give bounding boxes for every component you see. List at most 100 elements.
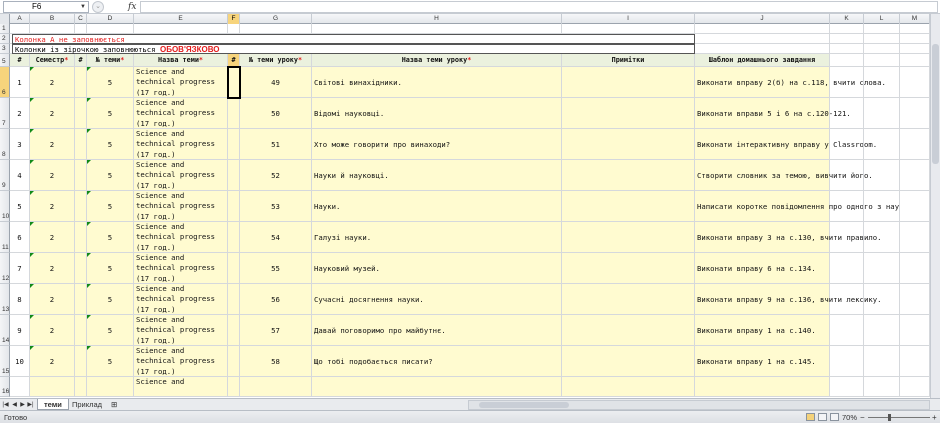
cell[interactable] xyxy=(830,253,864,284)
cell[interactable] xyxy=(695,24,830,34)
tab-pryklad[interactable]: Приклад xyxy=(66,399,108,410)
lesson-no-cell[interactable]: 50 xyxy=(240,98,312,129)
topic-name-cell[interactable]: Science and technical progress (17 год.) xyxy=(134,67,228,98)
cell[interactable] xyxy=(900,346,930,377)
zoom-in-button[interactable]: + xyxy=(932,411,937,423)
hash-cell[interactable] xyxy=(75,129,87,160)
select-all-corner[interactable] xyxy=(0,14,10,24)
topic-name-cell[interactable]: Science and technical progress (17 год.) xyxy=(134,129,228,160)
topic-no-cell[interactable]: 5 xyxy=(87,346,134,377)
horizontal-scrollbar[interactable] xyxy=(468,400,930,410)
hash-cell-f[interactable] xyxy=(228,98,240,129)
zoom-slider[interactable] xyxy=(868,417,930,418)
selected-cell-f6[interactable] xyxy=(227,66,241,99)
cell[interactable] xyxy=(900,44,930,54)
cell[interactable] xyxy=(30,24,75,34)
cell[interactable] xyxy=(830,24,864,34)
semester-cell[interactable]: 2 xyxy=(30,129,75,160)
column-header-i[interactable]: I xyxy=(562,14,695,24)
semester-cell[interactable]: 2 xyxy=(30,98,75,129)
column-header-f[interactable]: F xyxy=(228,14,240,24)
cell[interactable] xyxy=(864,34,900,44)
lesson-no-cell[interactable]: 56 xyxy=(240,284,312,315)
header-topic-no[interactable]: № теми* xyxy=(87,54,134,67)
notes-cell[interactable] xyxy=(562,98,695,129)
cell[interactable] xyxy=(830,284,864,315)
cell[interactable] xyxy=(864,129,900,160)
cell[interactable] xyxy=(10,24,30,34)
new-sheet-icon[interactable]: ⊞ xyxy=(108,399,120,410)
lesson-no-cell[interactable]: 53 xyxy=(240,191,312,222)
row-index[interactable]: 10 xyxy=(10,346,30,377)
lesson-no-cell[interactable]: 57 xyxy=(240,315,312,346)
cell[interactable] xyxy=(864,24,900,34)
hash-cell-f[interactable] xyxy=(228,222,240,253)
name-box[interactable]: F6 ▼ xyxy=(3,1,89,13)
cell[interactable] xyxy=(830,191,864,222)
hash-cell-f[interactable] xyxy=(228,129,240,160)
lesson-name-cell[interactable]: Давай поговоримо про майбутнє. xyxy=(312,315,562,346)
zoom-slider-knob[interactable] xyxy=(888,414,891,421)
vertical-scroll-thumb[interactable] xyxy=(932,44,939,164)
cell[interactable] xyxy=(900,315,930,346)
lesson-no-cell[interactable]: 51 xyxy=(240,129,312,160)
cell[interactable] xyxy=(695,34,830,44)
cell[interactable] xyxy=(864,54,900,67)
cell[interactable] xyxy=(830,377,864,397)
semester-cell[interactable]: 2 xyxy=(30,160,75,191)
cell[interactable] xyxy=(900,54,930,67)
cell[interactable] xyxy=(562,377,695,397)
hash-cell[interactable] xyxy=(75,222,87,253)
row-index[interactable]: 6 xyxy=(10,222,30,253)
cell[interactable] xyxy=(695,377,830,397)
lesson-name-cell[interactable]: Що тобі подобається писати? xyxy=(312,346,562,377)
notes-cell[interactable] xyxy=(562,129,695,160)
topic-name-cell[interactable]: Science and technical progress (17 год.) xyxy=(134,284,228,315)
cell[interactable] xyxy=(830,54,864,67)
topic-no-cell[interactable]: 5 xyxy=(87,315,134,346)
lesson-name-cell[interactable]: Хто може говорити про винаходи? xyxy=(312,129,562,160)
lesson-name-cell[interactable]: Науки. xyxy=(312,191,562,222)
lesson-no-cell[interactable]: 49 xyxy=(240,67,312,98)
topic-name-cell[interactable]: Science and technical progress (17 год.) xyxy=(134,253,228,284)
normal-view-button[interactable] xyxy=(806,413,815,421)
notes-cell[interactable] xyxy=(562,222,695,253)
lesson-name-cell[interactable]: Сучасні досягнення науки. xyxy=(312,284,562,315)
hash-cell-f[interactable] xyxy=(228,160,240,191)
cell[interactable] xyxy=(864,67,900,98)
vertical-scrollbar[interactable] xyxy=(930,14,940,398)
row-header-8[interactable]: 8 xyxy=(0,129,10,160)
lesson-no-cell[interactable]: 55 xyxy=(240,253,312,284)
page-layout-view-button[interactable] xyxy=(818,413,827,421)
column-header-h[interactable]: H xyxy=(312,14,562,24)
column-header-l[interactable]: L xyxy=(864,14,900,24)
header-lesson-name[interactable]: Назва теми уроку* xyxy=(312,54,562,67)
row-header-14[interactable]: 14 xyxy=(0,315,10,346)
cell[interactable] xyxy=(864,377,900,397)
formula-input[interactable] xyxy=(140,1,938,13)
topic-no-cell[interactable]: 5 xyxy=(87,253,134,284)
worksheet-grid[interactable]: ABCDEFGHIJKLM 1 2 3 5 6 7 8 9 10 11 12 13 14 15 16 Коло… xyxy=(0,14,940,398)
notes-cell[interactable] xyxy=(562,346,695,377)
semester-cell[interactable]: 2 xyxy=(30,222,75,253)
hash-cell[interactable] xyxy=(75,346,87,377)
hash-cell[interactable] xyxy=(75,191,87,222)
cell[interactable] xyxy=(900,129,930,160)
lesson-name-cell[interactable]: Галузі науки. xyxy=(312,222,562,253)
hash-cell-f[interactable] xyxy=(228,284,240,315)
notes-cell[interactable] xyxy=(562,67,695,98)
cell[interactable] xyxy=(830,346,864,377)
row-index[interactable]: 1 xyxy=(10,67,30,98)
homework-cell[interactable]: Виконати вправу 6 на с.134. xyxy=(695,253,830,284)
notes-cell[interactable] xyxy=(562,253,695,284)
row-header-15[interactable]: 15 xyxy=(0,346,10,377)
cell[interactable] xyxy=(240,377,312,397)
homework-cell[interactable]: Виконати вправу 3 на с.130, вчити правил… xyxy=(695,222,882,253)
lesson-name-cell[interactable]: Відомі науковці. xyxy=(312,98,562,129)
row-index[interactable]: 9 xyxy=(10,315,30,346)
cell[interactable] xyxy=(240,24,312,34)
row-index[interactable]: 3 xyxy=(10,129,30,160)
cell[interactable] xyxy=(864,191,900,222)
hash-cell-f[interactable] xyxy=(228,253,240,284)
cell[interactable] xyxy=(864,346,900,377)
